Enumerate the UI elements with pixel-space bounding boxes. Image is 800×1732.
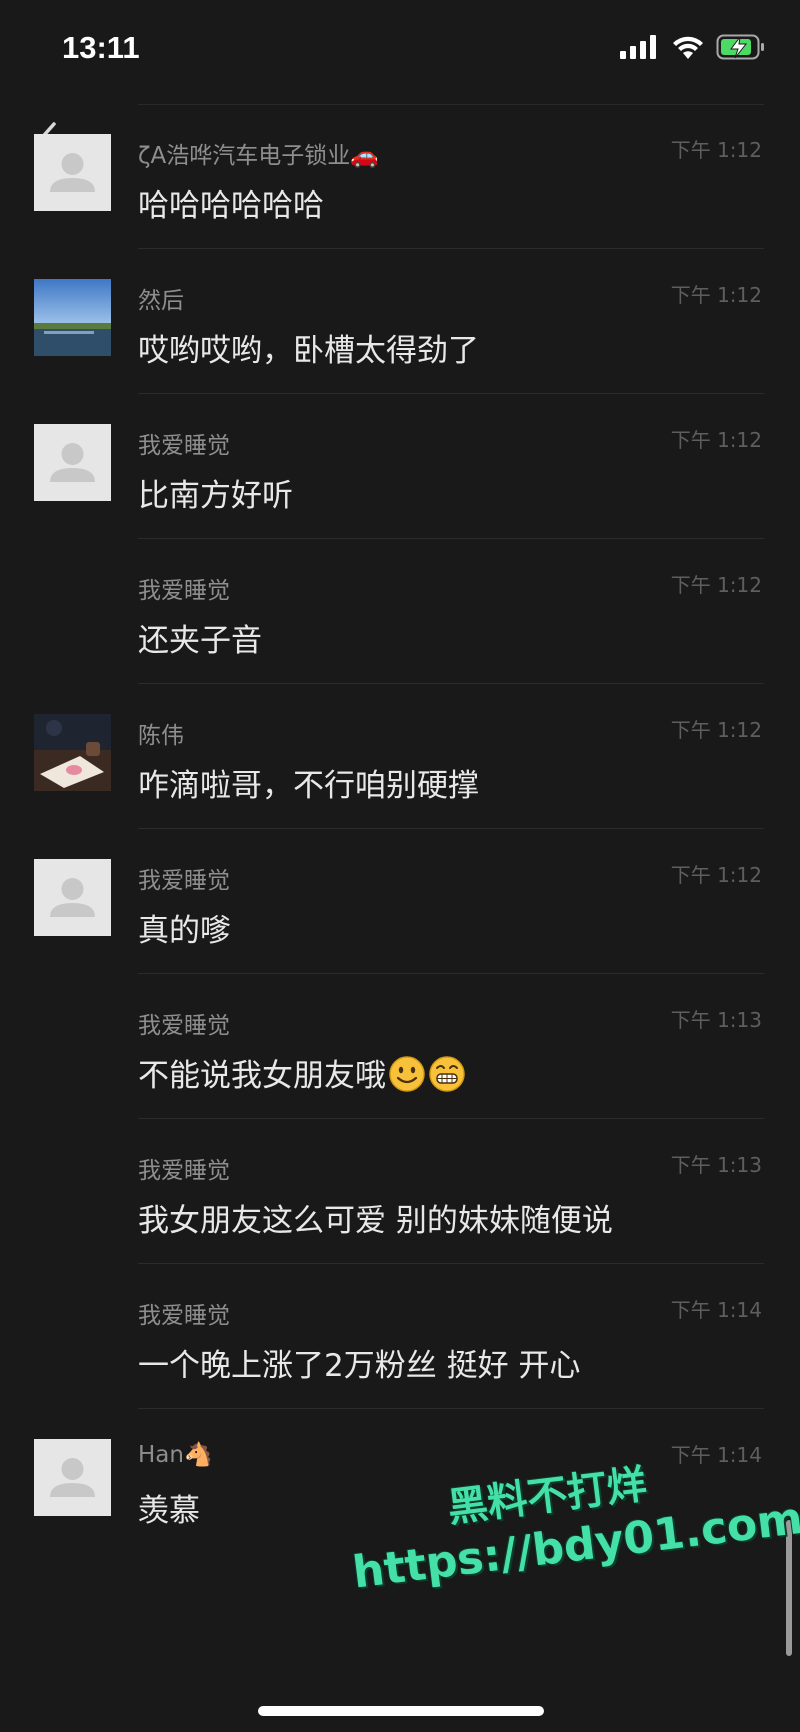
message-text-content: 不能说我女朋友哦 bbox=[138, 1058, 386, 1094]
sender-name: 我爱睡觉 bbox=[138, 433, 230, 459]
message-text: 真的嗲 bbox=[138, 913, 231, 949]
message-text: 一个晚上涨了2万粉丝 挺好 开心 bbox=[138, 1348, 581, 1384]
message-item[interactable]: 我爱睡觉 下午 1:12 比南方好听 bbox=[0, 394, 800, 539]
wifi-icon bbox=[673, 36, 703, 59]
sender-name: 我爱睡觉 bbox=[138, 1013, 230, 1039]
sender-name: 我爱睡觉 bbox=[138, 578, 230, 604]
cellular-signal-icon bbox=[620, 35, 656, 59]
dinner-photo-avatar[interactable] bbox=[34, 714, 111, 791]
message-item[interactable]: 我爱睡觉 下午 1:14 一个晚上涨了2万粉丝 挺好 开心 bbox=[0, 1264, 800, 1409]
message-time: 下午 1:13 bbox=[670, 1008, 762, 1032]
default-avatar-icon[interactable] bbox=[34, 424, 111, 501]
sender-name-text: Han bbox=[138, 1442, 184, 1468]
status-bar: 13:11 bbox=[0, 0, 800, 100]
default-avatar-icon[interactable] bbox=[34, 859, 111, 936]
message-item[interactable]: 我爱睡觉 下午 1:13 我女朋友这么可爱 别的妹妹随便说 bbox=[0, 1119, 800, 1264]
message-time: 下午 1:12 bbox=[670, 428, 762, 452]
sender-name: ζA浩哗汽车电子锁业🚗 bbox=[138, 136, 379, 170]
message-text: 羡慕 bbox=[138, 1493, 200, 1529]
message-text: 哈哈哈哈哈哈 bbox=[138, 188, 324, 224]
horse-emoji-icon: 🐴 bbox=[183, 1442, 213, 1468]
default-avatar-icon[interactable] bbox=[34, 1439, 111, 1516]
message-item[interactable]: 我爱睡觉 下午 1:12 真的嗲 bbox=[0, 829, 800, 974]
message-item[interactable]: 然后 下午 1:12 哎哟哎哟，卧槽太得劲了 bbox=[0, 249, 800, 394]
sender-name-text: ζA浩哗汽车电子锁业 bbox=[138, 143, 351, 169]
sender-name: 我爱睡觉 bbox=[138, 1303, 230, 1329]
message-text: 哎哟哎哟，卧槽太得劲了 bbox=[138, 333, 479, 369]
message-time: 下午 1:13 bbox=[670, 1153, 762, 1177]
message-text: 比南方好听 bbox=[138, 478, 293, 514]
message-text: 还夹子音 bbox=[138, 623, 262, 659]
message-item[interactable]: 我爱睡觉 下午 1:13 不能说我女朋友哦 bbox=[0, 974, 800, 1119]
message-time: 下午 1:12 bbox=[670, 138, 762, 162]
message-time: 下午 1:12 bbox=[670, 863, 762, 887]
message-text: 我女朋友这么可爱 别的妹妹随便说 bbox=[138, 1203, 613, 1239]
car-emoji-icon: 🚗 bbox=[350, 143, 379, 169]
message-item[interactable]: 我爱睡觉 下午 1:12 还夹子音 bbox=[0, 539, 800, 684]
message-time: 下午 1:12 bbox=[670, 573, 762, 597]
message-item[interactable]: 陈伟 下午 1:12 咋滴啦哥，不行咱别硬撑 bbox=[0, 684, 800, 829]
home-indicator[interactable] bbox=[258, 1706, 544, 1716]
message-item[interactable]: ζA浩哗汽车电子锁业🚗 下午 1:12 哈哈哈哈哈哈 bbox=[0, 104, 800, 249]
battery-charging-icon bbox=[716, 34, 764, 60]
default-avatar-icon[interactable] bbox=[34, 134, 111, 211]
message-time: 下午 1:14 bbox=[670, 1298, 762, 1322]
message-time: 下午 1:12 bbox=[670, 718, 762, 742]
sender-name: 我爱睡觉 bbox=[138, 1158, 230, 1184]
message-list[interactable]: ζA浩哗汽车电子锁业🚗 下午 1:12 哈哈哈哈哈哈 然后 下午 1:12 哎哟… bbox=[0, 104, 800, 1554]
sender-name: 我爱睡觉 bbox=[138, 868, 230, 894]
status-time: 13:11 bbox=[62, 30, 140, 65]
grin-face-icon bbox=[429, 1056, 465, 1092]
sender-name: 陈伟 bbox=[138, 723, 184, 749]
sender-name: Han🐴 bbox=[138, 1441, 213, 1468]
message-time: 下午 1:12 bbox=[670, 283, 762, 307]
message-text: 不能说我女朋友哦 bbox=[138, 1050, 466, 1095]
sender-name: 然后 bbox=[138, 288, 184, 314]
status-icons bbox=[620, 34, 766, 60]
landscape-avatar[interactable] bbox=[34, 279, 111, 356]
smile-face-icon bbox=[389, 1056, 425, 1092]
message-time: 下午 1:14 bbox=[670, 1443, 762, 1467]
message-text: 咋滴啦哥，不行咱别硬撑 bbox=[138, 768, 479, 804]
